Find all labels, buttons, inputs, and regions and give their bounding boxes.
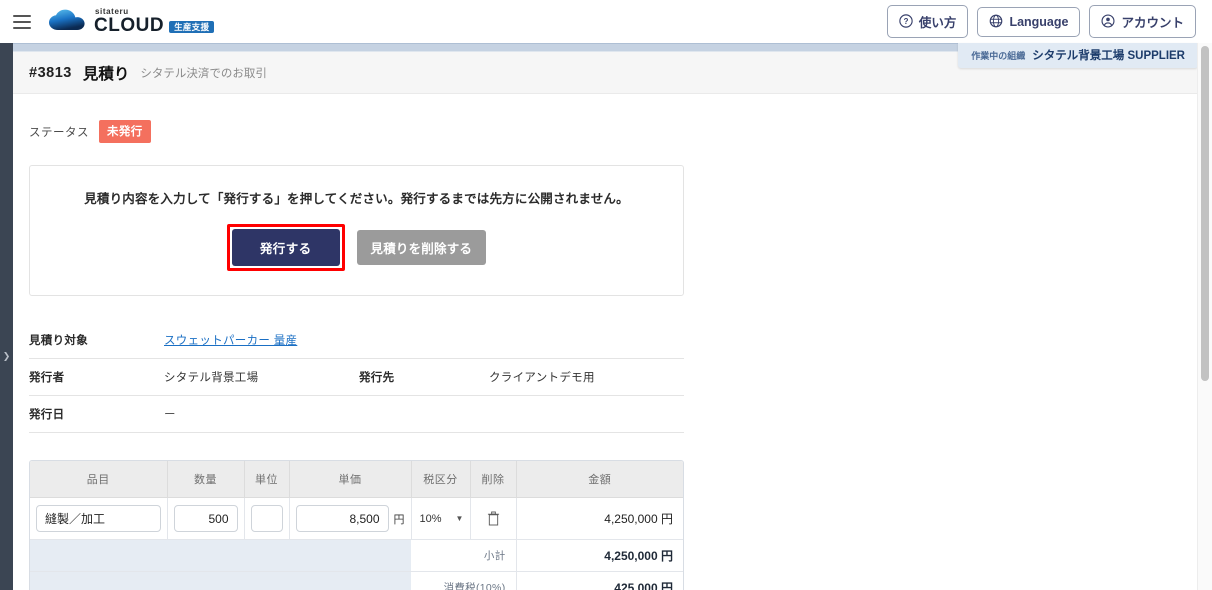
language-button-label: Language (1009, 14, 1069, 29)
help-button-label: 使い方 (918, 16, 957, 30)
items-table-wrapper: 品目 数量 単位 単価 税区分 削除 金額 縫製／加工 500 8,500 円 … (29, 460, 684, 590)
quote-id: #3813 (29, 64, 72, 81)
question-circle-icon: ? (899, 13, 913, 30)
info-value-issue-date: ー (164, 409, 176, 421)
info-value-issuer: シタテル背景工場 (164, 372, 259, 384)
info-row-issue-date: 発行日 ー (29, 396, 684, 433)
items-table: 品目 数量 単位 単価 税区分 削除 金額 縫製／加工 500 8,500 円 … (30, 461, 683, 590)
vertical-scrollbar-thumb[interactable] (1201, 46, 1209, 381)
subtotal-label: 小計 (411, 539, 517, 572)
cell-delete (470, 497, 517, 540)
unit-price-currency: 円 (393, 513, 405, 526)
delete-quote-button[interactable]: 見積りを削除する (356, 230, 487, 265)
account-button-label: アカウント (1121, 16, 1184, 30)
summary-row-subtotal: 小計 4,250,000 円 (30, 539, 683, 572)
cell-unit (244, 497, 290, 540)
cell-amount: 4,250,000 円 (516, 497, 683, 540)
quote-info-table: 見積り対象 スウェットパーカー 量産 発行者 シタテル背景工場 発行先 クライア… (29, 322, 684, 433)
issue-notice-card: 見積り内容を入力して「発行する」を押してください。発行するまでは先方に公開されま… (29, 165, 684, 296)
cell-item (30, 497, 168, 540)
tax-value: 425,000 円 (516, 571, 683, 590)
page-subtitle: シタテル決済でのお取引 (140, 67, 267, 80)
globe-icon (989, 14, 1003, 30)
page-title-text: 見積り (82, 65, 130, 83)
account-circle-icon (1101, 13, 1116, 30)
page-body: ステータス 未発行 見積り内容を入力して「発行する」を押してください。発行するま… (13, 120, 1212, 590)
summary-blank (30, 539, 411, 572)
col-item: 品目 (30, 461, 168, 498)
cell-unit-price: 円 (289, 497, 412, 540)
organization-label: 作業中の組織 (971, 51, 1026, 61)
logo-brand-main: CLOUD (94, 14, 165, 36)
quantity-input[interactable] (173, 505, 238, 532)
info-value-recipient: クライアントデモ用 (489, 372, 595, 384)
col-unit: 単位 (244, 461, 290, 498)
trash-icon[interactable] (487, 511, 500, 526)
collapsed-sidebar: ❯ (0, 43, 13, 590)
col-tax-type: 税区分 (411, 461, 471, 498)
info-label-target: 見積り対象 (29, 335, 88, 347)
tax-type-value: 10% (419, 512, 442, 525)
status-label: ステータス (29, 126, 89, 139)
svg-text:?: ? (904, 17, 909, 26)
chevron-down-icon: ▼ (455, 514, 464, 523)
tax-label: 消費税(10%) (411, 571, 517, 590)
status-badge: 未発行 (99, 120, 151, 143)
items-table-header-row: 品目 数量 単位 単価 税区分 削除 金額 (30, 461, 683, 498)
cloud-icon (49, 10, 85, 31)
table-row: 円 10% ▼ (30, 497, 683, 540)
app-root: sitateru CLOUD 生産支援 ? 使い方 Language アカウント… (0, 0, 1212, 590)
help-button[interactable]: ? 使い方 (886, 5, 969, 38)
subtotal-value: 4,250,000 円 (516, 539, 683, 572)
unit-price-input[interactable] (295, 505, 389, 532)
info-label-issue-date: 発行日 (29, 409, 65, 421)
quote-target-link[interactable]: スウェットパーカー 量産 (164, 332, 297, 348)
status-row: ステータス 未発行 (29, 120, 1212, 143)
main-content: #3813 見積り シタテル決済でのお取引 ステータス 未発行 見積り内容を入力… (13, 52, 1212, 590)
current-organization-badge: 作業中の組織 シタテル背景工場 SUPPLIER (958, 43, 1198, 68)
info-label-recipient: 発行先 (359, 372, 395, 384)
col-unit-price: 単価 (289, 461, 412, 498)
header-actions: ? 使い方 Language アカウント (886, 5, 1212, 38)
chevron-right-icon[interactable]: ❯ (0, 348, 13, 364)
cell-tax-type: 10% ▼ (411, 497, 471, 540)
account-button[interactable]: アカウント (1089, 5, 1196, 38)
col-amount: 金額 (516, 461, 683, 498)
summary-blank (30, 571, 411, 590)
issue-button-highlight: 発行する (226, 224, 345, 271)
top-header: sitateru CLOUD 生産支援 ? 使い方 Language アカウント (0, 0, 1212, 43)
tax-type-select[interactable]: 10% ▼ (418, 513, 464, 525)
info-label-issuer: 発行者 (29, 372, 65, 384)
col-quantity: 数量 (167, 461, 245, 498)
language-button[interactable]: Language (977, 6, 1081, 37)
logo-badge: 生産支援 (169, 20, 215, 34)
info-row-target: 見積り対象 スウェットパーカー 量産 (29, 322, 684, 359)
issue-button[interactable]: 発行する (231, 229, 340, 266)
sitateru-cloud-logo[interactable]: sitateru CLOUD 生産支援 (47, 7, 215, 36)
cell-quantity (167, 497, 245, 540)
unit-input[interactable] (250, 505, 283, 532)
info-row-issuer: 発行者 シタテル背景工場 発行先 クライアントデモ用 (29, 359, 684, 396)
notice-text: 見積り内容を入力して「発行する」を押してください。発行するまでは先方に公開されま… (84, 192, 629, 206)
organization-name: シタテル背景工場 SUPPLIER (1032, 50, 1185, 62)
item-name-input[interactable] (36, 505, 161, 532)
hamburger-icon[interactable] (13, 14, 31, 29)
notice-buttons: 発行する 見積りを削除する (40, 224, 673, 271)
col-delete: 削除 (470, 461, 517, 498)
summary-row-tax: 消費税(10%) 425,000 円 (30, 571, 683, 590)
